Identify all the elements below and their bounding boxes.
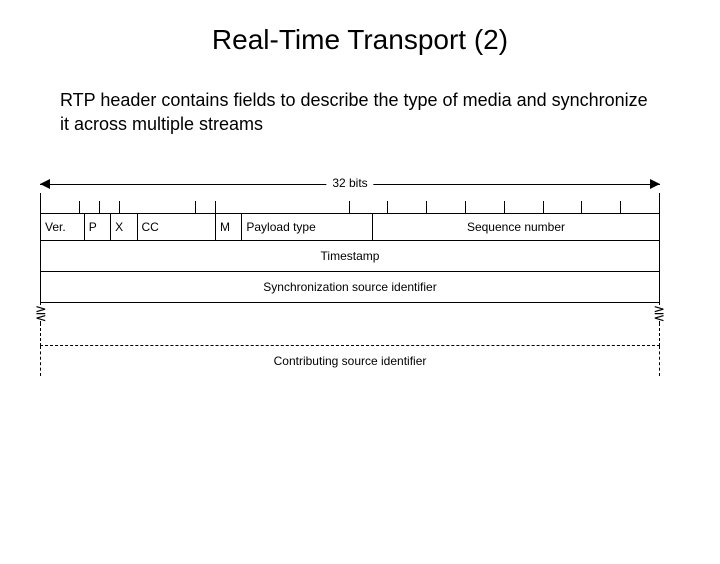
bit-ruler xyxy=(40,193,660,213)
field-cc: CC xyxy=(138,214,217,240)
field-m: M xyxy=(216,214,242,240)
rtp-header-diagram: 32 bits Ver. P X CC M Payload type Seque… xyxy=(40,177,660,376)
width-label: 32 bits xyxy=(326,176,373,190)
field-payload: Payload type xyxy=(242,214,373,240)
header-word-0: Ver. P X CC M Payload type Sequence numb… xyxy=(40,213,660,241)
field-sequence: Sequence number xyxy=(373,214,659,240)
cut-gap xyxy=(40,323,660,346)
field-version: Ver. xyxy=(41,214,85,240)
page-title: Real-Time Transport (2) xyxy=(0,24,720,56)
row-timestamp: Timestamp xyxy=(40,241,660,272)
arrow-right-icon xyxy=(650,179,660,189)
row-sync-src: Synchronization source identifier xyxy=(40,272,660,303)
field-p: P xyxy=(85,214,111,240)
width-indicator: 32 bits xyxy=(40,177,660,191)
arrow-left-icon xyxy=(40,179,50,189)
field-x: X xyxy=(111,214,137,240)
cut-mark-icon: ⋛ xyxy=(35,305,47,321)
cut-mark-icon: ⋛ xyxy=(653,305,665,321)
description-text: RTP header contains fields to describe t… xyxy=(60,88,660,137)
cut-top: ⋛ ⋛ xyxy=(40,303,660,323)
row-contrib-src: Contributing source identifier xyxy=(40,346,660,376)
